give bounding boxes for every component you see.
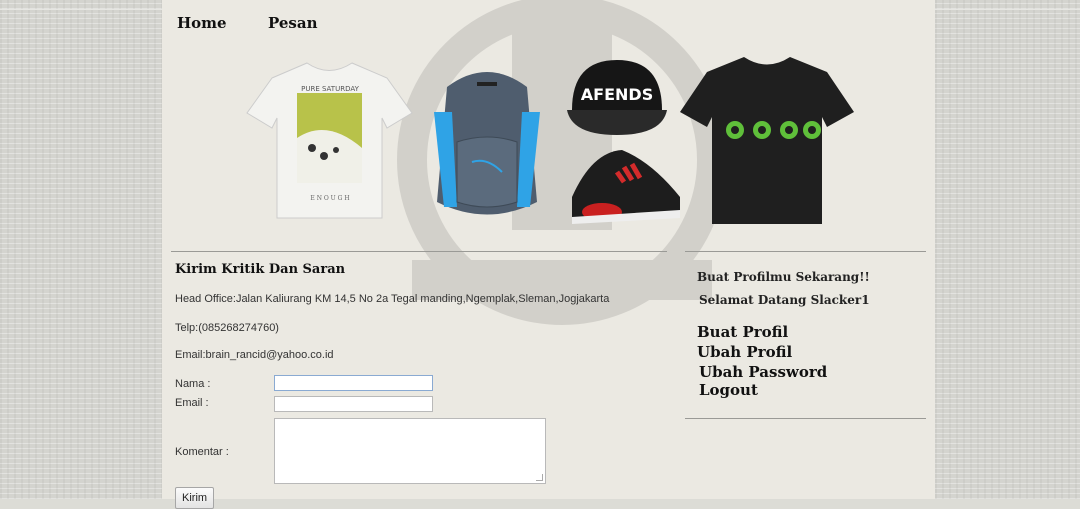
- contact-section: Kirim Kritik Dan Saran Head Office:Jalan…: [175, 262, 665, 361]
- white-tshirt-image: PURE SATURDAY E N O U G H: [246, 62, 413, 219]
- ubah-password-link[interactable]: Ubah Password: [699, 363, 827, 381]
- background-texture-left: [0, 0, 162, 499]
- komentar-label: Komentar :: [175, 446, 229, 458]
- divider-right: [685, 251, 926, 252]
- email-input[interactable]: [274, 396, 433, 412]
- komentar-textarea[interactable]: [274, 418, 546, 484]
- resize-handle-icon[interactable]: [536, 474, 543, 481]
- divider-right-bottom: [685, 418, 926, 419]
- sneaker-image: [572, 150, 680, 224]
- phone-number: Telp:(085268274760): [175, 322, 279, 334]
- office-address: Head Office:Jalan Kaliurang KM 14,5 No 2…: [175, 293, 610, 305]
- email-address: Email:brain_rancid@yahoo.co.id: [175, 349, 334, 361]
- backpack-image: [434, 72, 540, 215]
- welcome-message: Selamat Datang Slacker1: [699, 293, 870, 307]
- black-tshirt-image: [680, 57, 854, 224]
- nama-input[interactable]: [274, 375, 433, 391]
- background-texture-right: [935, 0, 1080, 499]
- divider-left: [171, 251, 667, 252]
- product-banner: PURE SATURDAY E N O U G H AFENDS: [242, 50, 862, 230]
- logout-link[interactable]: Logout: [699, 381, 758, 399]
- cap-brand-text: AFENDS: [581, 85, 653, 104]
- ubah-profil-link[interactable]: Ubah Profil: [697, 343, 792, 361]
- tshirt-title-text: PURE SATURDAY: [301, 85, 359, 93]
- nav-pesan-link[interactable]: Pesan: [268, 14, 318, 32]
- create-profile-cta: Buat Profilmu Sekarang!!: [697, 270, 870, 284]
- email-label: Email :: [175, 397, 209, 409]
- nav-home-link[interactable]: Home: [177, 14, 227, 32]
- kirim-button[interactable]: Kirim: [175, 487, 215, 509]
- nama-label: Nama :: [175, 378, 211, 390]
- contact-heading: Kirim Kritik Dan Saran: [175, 262, 346, 277]
- cap-image: AFENDS: [567, 60, 667, 135]
- buat-profil-link[interactable]: Buat Profil: [697, 323, 788, 341]
- tshirt-bottom-text: E N O U G H: [310, 195, 349, 202]
- page-container: Home Pesan PURE SATURDAY E N O U G H AFE…: [162, 0, 935, 509]
